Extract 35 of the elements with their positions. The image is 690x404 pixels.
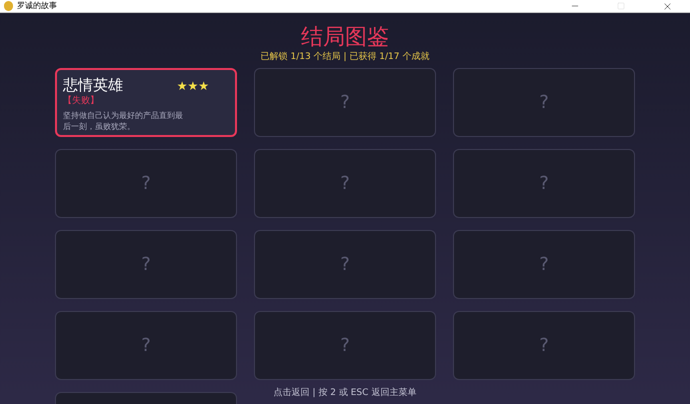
locked-ending-card[interactable]: ? [254,230,436,299]
back-hint: 点击返回 | 按 2 或 ESC 返回主菜单 [274,388,416,398]
star-icon: ★ [198,79,209,93]
unknown-mark: ? [141,253,151,277]
unknown-mark: ? [340,334,350,358]
close-icon [662,0,672,12]
unknown-mark: ? [539,334,549,358]
locked-ending-card[interactable]: ? [453,68,635,137]
unknown-mark: ? [340,172,350,196]
unknown-mark: ? [539,253,549,277]
locked-ending-card[interactable]: ? [254,68,436,137]
ending-name: 悲情英雄 [63,76,123,94]
locked-ending-card[interactable]: ? [453,149,635,218]
locked-ending-card[interactable]: ? [55,230,237,299]
ending-card[interactable]: 悲情英雄 ★★★ 【失败】 坚持做自己认为最好的产品直到最后一刻，虽败犹荣。 [55,68,237,137]
unknown-mark: ? [539,91,549,115]
locked-ending-card[interactable]: ? [453,311,635,380]
ending-tag: 【失败】 [63,95,229,107]
unknown-mark: ? [340,253,350,277]
locked-ending-card[interactable]: ? [254,149,436,218]
star-icon: ★ [187,79,198,93]
star-icon: ★ [176,79,188,93]
locked-ending-card[interactable]: ? [55,149,237,218]
progress-summary: 已解锁 1/13 个结局 | 已获得 1/17 个成就 [260,50,430,64]
page-title: 结局图鉴 [301,26,389,50]
unknown-mark: ? [141,334,151,358]
locked-ending-card[interactable]: ? [55,311,237,380]
unknown-mark: ? [539,172,549,196]
unknown-mark: ? [340,91,350,115]
unknown-mark: ? [141,172,151,196]
app-icon [4,1,13,11]
locked-ending-card[interactable]: ? [453,230,635,299]
ending-description: 坚持做自己认为最好的产品直到最后一刻，虽败犹荣。 [63,110,184,132]
window-title: 罗诚的故事 [17,0,57,12]
locked-ending-card[interactable]: ? [254,311,436,380]
